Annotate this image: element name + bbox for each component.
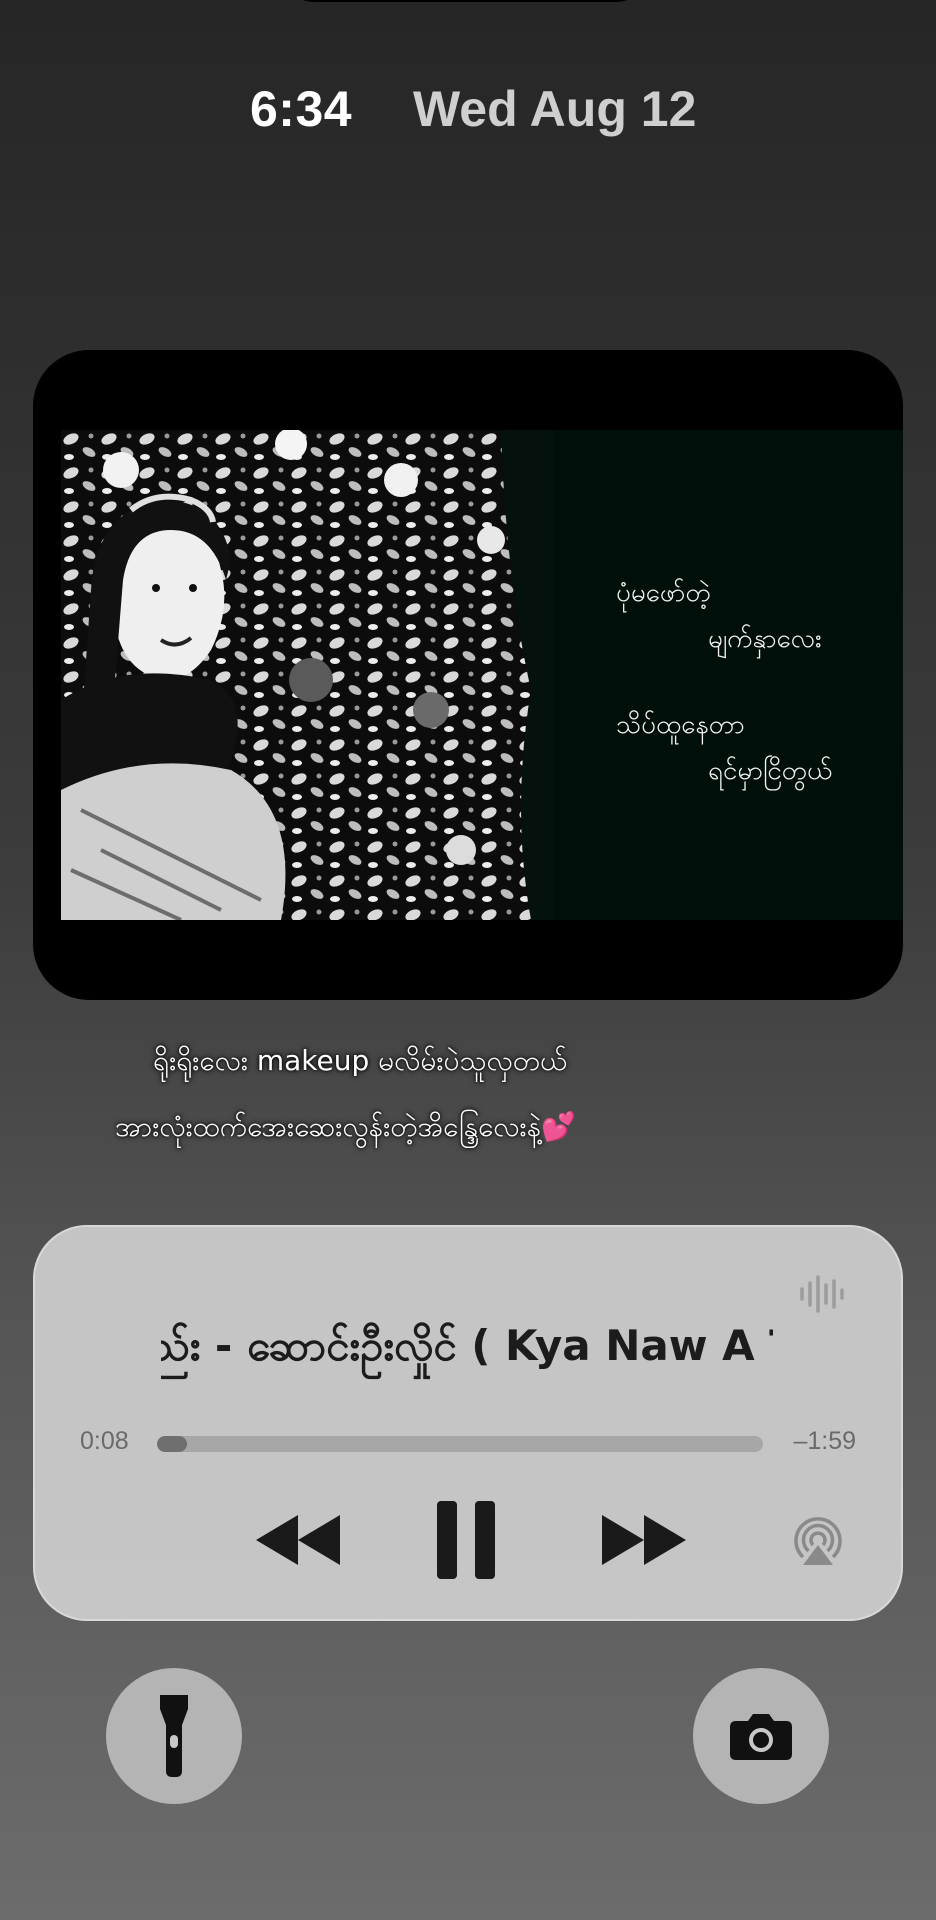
lyric-line: ပုံမဖော်တဲ့	[616, 578, 711, 608]
track-title: ည်း - ဆောင်းဦးလှိုင် ( Kya Naw A Th	[161, 1321, 773, 1370]
caption-text: အားလုံးထက်အေးဆေးလွန်းတဲ့အိန္ဒြေလေးနဲ့	[115, 1110, 542, 1143]
fast-forward-icon	[602, 1515, 686, 1565]
fast-forward-button[interactable]	[591, 1495, 697, 1585]
camera-button[interactable]	[693, 1668, 829, 1804]
flashlight-icon	[160, 1695, 188, 1777]
track-title-marquee: ည်း - ဆောင်းဦးလှိုင် ( Kya Naw A Th	[161, 1313, 773, 1383]
elapsed-time: 0:08	[80, 1427, 129, 1455]
date-label: Wed Aug 12	[413, 81, 697, 137]
rewind-button[interactable]	[245, 1495, 351, 1585]
now-playing-widget[interactable]: ည်း - ဆောင်းဦးလှိုင် ( Kya Naw A Th 0:08…	[33, 1225, 903, 1621]
waveform-icon	[798, 1273, 848, 1315]
lock-screen-clock: 6:34 Wed Aug 12	[0, 80, 936, 140]
pause-icon	[437, 1501, 495, 1579]
wallpaper-caption-line-1: ရိုးရိုးလေး makeup မလိမ်းပဲသူလှတယ်	[153, 1044, 568, 1077]
artwork-panel: ပုံမဖော်တဲ့ မျက်နှာလေး သိပ်ထူနေတာ ရင်မှာ…	[61, 430, 903, 920]
lyric-line: ရင်မှာငြိတွယ်	[708, 756, 833, 786]
remaining-time: –1:59	[793, 1427, 856, 1455]
dynamic-island	[275, 0, 655, 2]
wallpaper-lyrics: ပုံမဖော်တဲ့ မျက်နှာလေး သိပ်ထူနေတာ ရင်မှာ…	[616, 570, 896, 794]
airplay-icon	[794, 1517, 842, 1565]
portrait-sketch-image	[61, 430, 554, 920]
camera-icon	[730, 1714, 792, 1760]
time-label: 6:34	[250, 81, 353, 137]
rewind-icon	[256, 1515, 340, 1565]
lyric-line: မျက်နှာလေး	[708, 624, 822, 654]
flashlight-button[interactable]	[106, 1668, 242, 1804]
wallpaper-artwork: ပုံမဖော်တဲ့ မျက်နှာလေး သိပ်ထူနေတာ ရင်မှာ…	[33, 350, 903, 1000]
airplay-button[interactable]	[785, 1495, 851, 1585]
pause-button[interactable]	[426, 1495, 506, 1585]
wallpaper-caption-line-2: အားလုံးထက်အေးဆေးလွန်းတဲ့အိန္ဒြေလေးနဲ့💕	[0, 1108, 936, 1150]
lyric-line: သိပ်ထူနေတာ	[616, 710, 745, 740]
playback-progress-fill	[157, 1436, 188, 1452]
heart-emoji: 💕	[541, 1110, 577, 1143]
lyric-spacer	[616, 662, 896, 702]
playback-scrubber[interactable]	[157, 1436, 763, 1452]
